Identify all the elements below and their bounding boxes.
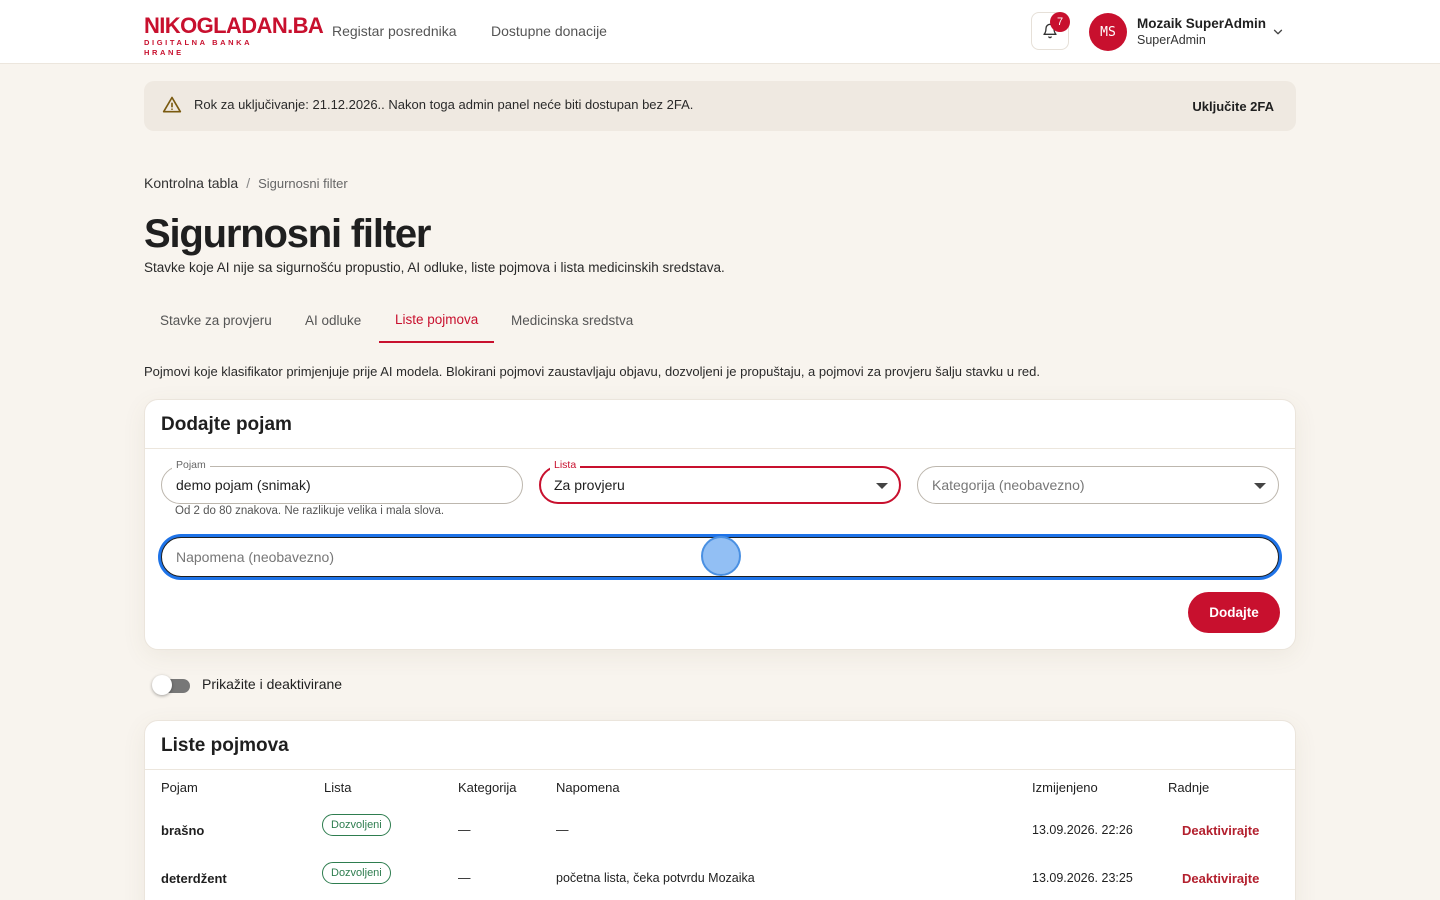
row-category: — [458, 871, 471, 885]
logo[interactable]: NIKOGLADAN.BA DIGITALNA BANKA HRANE [144, 15, 324, 58]
deactivate-button[interactable]: Deaktivirajte [1182, 823, 1259, 838]
tab-ai-odluke[interactable]: AI odluke [289, 298, 377, 342]
term-lists-card: Liste pojmova Pojam Lista Kategorija Nap… [144, 720, 1296, 900]
deactivate-button[interactable]: Deaktivirajte [1182, 871, 1259, 886]
nav-link-registar[interactable]: Registar posrednika [332, 23, 457, 39]
term-label: Pojam [172, 459, 210, 471]
row-term: deterdžent [161, 871, 227, 886]
list-badge: Dozvoljeni [322, 814, 391, 836]
user-role: SuperAdmin [1137, 33, 1206, 47]
notification-count-badge: 7 [1050, 12, 1070, 32]
breadcrumb-separator: / [246, 175, 251, 191]
column-header-kategorija: Kategorija [458, 780, 517, 795]
table-row: deterdžent Dozvoljeni — početna lista, č… [145, 862, 1295, 900]
term-helper-text: Od 2 do 80 znakova. Ne razlikuje velika … [175, 505, 445, 517]
column-header-napomena: Napomena [556, 780, 620, 795]
2fa-warning-alert: Rok za uključivanje: 21.12.2026.. Nakon … [144, 81, 1296, 131]
column-header-izmijenjeno: Izmijenjeno [1032, 780, 1098, 795]
warning-icon [162, 96, 182, 113]
row-note: početna lista, čeka potvrdu Mozaika [556, 871, 755, 885]
logo-main-text: NIKOGLADAN [144, 13, 288, 38]
tab-liste-pojmova[interactable]: Liste pojmova [379, 298, 495, 343]
chevron-down-icon[interactable] [1271, 25, 1285, 39]
logo-tld: .BA [287, 13, 324, 38]
alert-text: Rok za uključivanje: 21.12.2026.. Nakon … [194, 97, 694, 112]
term-lists-title: Liste pojmova [161, 735, 289, 756]
category-placeholder: Kategorija (neobavezno) [932, 477, 1085, 493]
list-select[interactable]: Lista Za provjeru [539, 459, 901, 504]
row-note: — [556, 823, 569, 837]
intro-text: Pojmovi koje klasifikator primjenjuje pr… [144, 364, 1040, 379]
row-modified: 13.09.2026. 22:26 [1032, 823, 1133, 837]
breadcrumb: Kontrolna tabla / Sigurnosni filter [144, 175, 348, 191]
add-term-button[interactable]: Dodajte [1188, 592, 1280, 633]
page-subtitle: Stavke koje AI nije sa sigurnošću propus… [144, 260, 725, 275]
add-term-title: Dodajte pojam [161, 414, 292, 435]
add-term-card: Dodajte pojam Pojam demo pojam (snimak) … [144, 399, 1296, 650]
breadcrumb-parent[interactable]: Kontrolna tabla [144, 175, 238, 191]
user-name[interactable]: Mozaik SuperAdmin [1137, 16, 1266, 31]
breadcrumb-current: Sigurnosni filter [258, 176, 348, 191]
user-avatar[interactable]: MS [1089, 13, 1127, 51]
nav-link-donacije[interactable]: Dostupne donacije [491, 23, 607, 39]
column-header-pojam: Pojam [161, 780, 198, 795]
show-deactivated-label[interactable]: Prikažite i deaktivirane [202, 676, 342, 692]
enable-2fa-link[interactable]: Uključite 2FA [1192, 99, 1274, 114]
caret-down-icon [1254, 483, 1266, 489]
category-select[interactable]: Kategorija (neobavezno) [917, 466, 1279, 504]
row-modified: 13.09.2026. 23:25 [1032, 871, 1133, 885]
column-header-radnje: Radnje [1168, 780, 1210, 795]
tab-stavke-za-provjeru[interactable]: Stavke za provjeru [144, 298, 288, 342]
card-divider [145, 448, 1295, 449]
list-label: Lista [550, 459, 581, 471]
show-deactivated-toggle[interactable] [152, 675, 190, 695]
toggle-knob [152, 675, 172, 695]
tab-medicinska-sredstva[interactable]: Medicinska sredstva [495, 298, 649, 342]
term-value: demo pojam (snimak) [176, 477, 311, 493]
note-placeholder: Napomena (neobavezno) [176, 549, 334, 565]
page-title: Sigurnosni filter [144, 212, 431, 256]
pointer-cursor-indicator [701, 536, 741, 576]
row-term: brašno [161, 823, 205, 838]
list-badge: Dozvoljeni [322, 862, 391, 884]
list-value: Za provjeru [554, 477, 625, 493]
row-category: — [458, 823, 471, 837]
term-input[interactable]: Pojam demo pojam (snimak) [161, 459, 523, 504]
card-divider [145, 769, 1295, 770]
logo-subtitle: DIGITALNA BANKA HRANE [144, 38, 252, 57]
caret-down-icon [876, 483, 888, 489]
top-header: NIKOGLADAN.BA DIGITALNA BANKA HRANE Regi… [0, 0, 1440, 64]
table-row: brašno Dozvoljeni — — 13.09.2026. 22:26 … [145, 814, 1295, 871]
column-header-lista: Lista [324, 780, 352, 795]
